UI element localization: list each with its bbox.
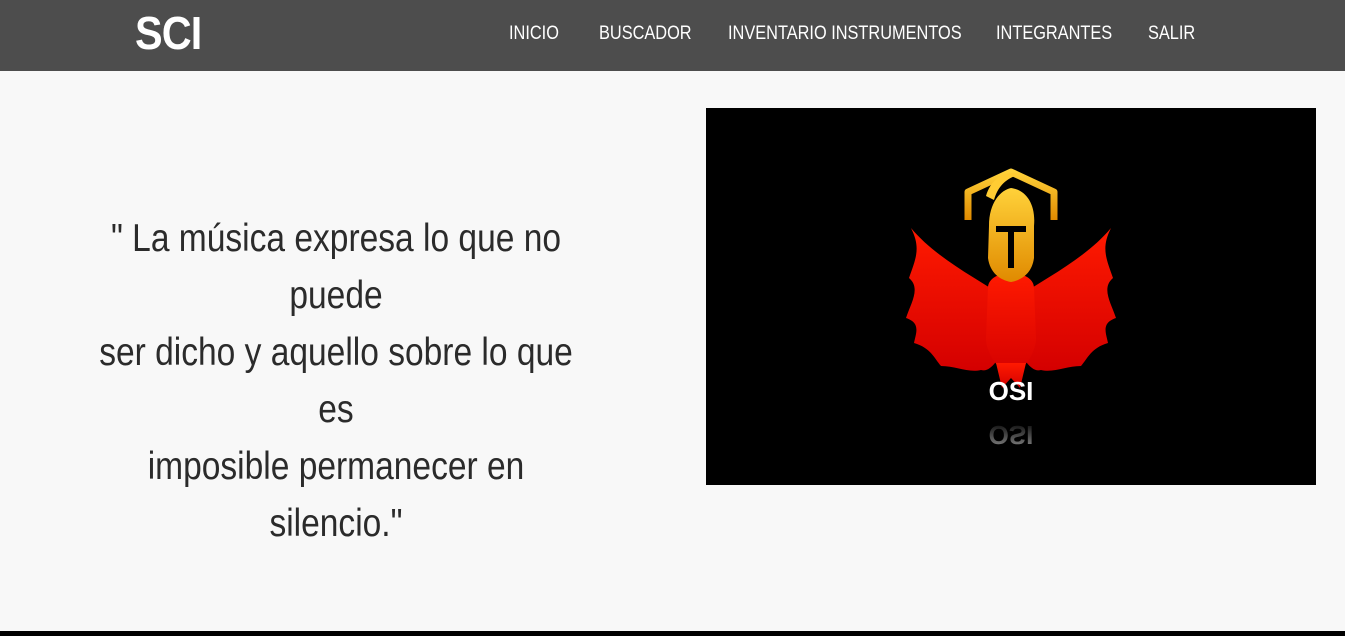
quote-line: ser dicho y aquello sobre lo que es (99, 331, 573, 431)
logo-image: OSI OSI (706, 108, 1316, 485)
nav-item-integrantes[interactable]: INTEGRANTES (996, 23, 1112, 45)
nav-item-salir[interactable]: SALIR (1148, 23, 1195, 45)
nav-item-buscador[interactable]: BUSCADOR (599, 23, 692, 45)
bottom-divider (0, 631, 1345, 636)
quote-line: " La música expresa lo que no puede (110, 217, 562, 317)
phoenix-spartan-logo-icon: OSI OSI (906, 168, 1116, 450)
top-navbar: SCI INICIO BUSCADOR INVENTARIO INSTRUMEN… (0, 0, 1345, 71)
nav-item-inicio[interactable]: INICIO (509, 23, 559, 45)
quote-text: " La música expresa lo que no puede ser … (78, 210, 594, 552)
nav-item-inventario-instrumentos[interactable]: INVENTARIO INSTRUMENTOS (728, 23, 962, 45)
logo-text-reflection: OSI (989, 420, 1034, 450)
logo-text: OSI (989, 376, 1034, 406)
quote-line: imposible permanecer en silencio." (147, 445, 525, 545)
brand-logo-link[interactable]: SCI (135, 6, 202, 60)
